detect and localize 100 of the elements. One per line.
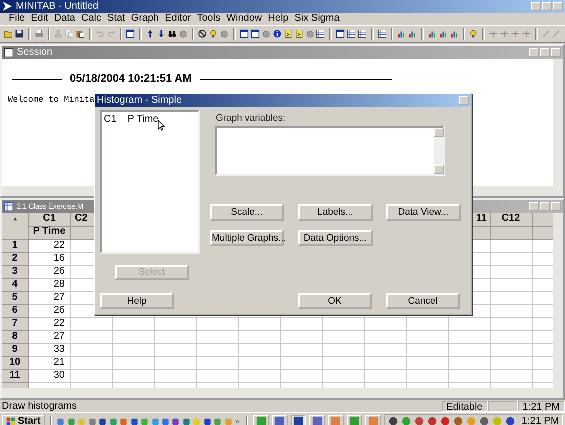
close-button[interactable]: [551, 48, 561, 57]
window-icon[interactable]: [250, 28, 260, 40]
close-button[interactable]: [551, 202, 561, 211]
grid-icon[interactable]: [378, 28, 387, 40]
note-icon[interactable]: [284, 28, 293, 40]
column-header[interactable]: 11: [476, 213, 487, 224]
grid-icon[interactable]: [347, 28, 356, 40]
column-header[interactable]: C2: [75, 213, 88, 224]
variable-name[interactable]: P Time: [128, 114, 159, 125]
menu-item[interactable]: File: [6, 13, 28, 25]
tray-icon[interactable]: [504, 416, 516, 425]
dialog-button[interactable]: OK: [298, 293, 372, 309]
select-all-button[interactable]: [2, 213, 29, 240]
app-icon: [348, 416, 360, 425]
maximize-button[interactable]: [540, 202, 550, 211]
sort-arrow-icon: [12, 216, 18, 223]
close-button[interactable]: [459, 96, 469, 105]
taskbar-button[interactable]: [309, 414, 325, 425]
grid-icon[interactable]: [358, 28, 367, 40]
menu-item[interactable]: Help: [265, 13, 292, 25]
window-icon[interactable]: [336, 28, 346, 40]
app-icon: [368, 416, 379, 425]
dialog-button[interactable]: Help: [100, 293, 174, 309]
row-number: 3: [12, 266, 18, 277]
table-cell[interactable]: 27: [54, 331, 65, 342]
save-icon[interactable]: [14, 28, 24, 40]
up-arrow-icon[interactable]: [146, 28, 155, 40]
menu-item[interactable]: Edit: [28, 13, 52, 25]
window-icon[interactable]: [240, 28, 249, 40]
table-cell[interactable]: 33: [54, 344, 65, 355]
table-cell[interactable]: 22: [54, 240, 65, 251]
scroll-down-button[interactable]: [434, 165, 444, 174]
info-icon[interactable]: [272, 28, 282, 40]
menu-item[interactable]: Stat: [104, 13, 128, 25]
taskbar-button[interactable]: [272, 414, 288, 425]
table-cell[interactable]: 26: [54, 305, 65, 316]
table-cell[interactable]: 22: [54, 318, 65, 329]
binoculars-icon[interactable]: [168, 28, 177, 40]
horizontal-scrollbar[interactable]: [2, 388, 553, 398]
menu-item[interactable]: Graph: [128, 13, 162, 25]
column-name[interactable]: P Time: [33, 226, 66, 237]
maximize-button[interactable]: [542, 2, 552, 11]
menu-item[interactable]: Calc: [78, 13, 104, 25]
vertical-scrollbar[interactable]: [553, 59, 563, 196]
option-button[interactable]: Scale...: [210, 204, 284, 221]
close-button[interactable]: [553, 2, 563, 11]
menu-item[interactable]: Window: [224, 13, 266, 25]
note-icon[interactable]: [294, 28, 304, 40]
table-cell[interactable]: 27: [54, 292, 65, 303]
table-cell[interactable]: 21: [54, 357, 65, 368]
minimize-button[interactable]: [531, 2, 541, 11]
start-button[interactable]: Start: [2, 414, 45, 425]
table-cell[interactable]: 28: [54, 279, 65, 290]
row-number: 5: [12, 292, 18, 303]
taskbar-button[interactable]: [290, 414, 306, 425]
grid-icon[interactable]: [316, 28, 326, 40]
minimize-button[interactable]: [529, 202, 539, 211]
vertical-scrollbar[interactable]: [553, 213, 563, 398]
scroll-up-button[interactable]: [434, 128, 444, 137]
tray-icon[interactable]: [452, 416, 464, 425]
column-header[interactable]: C12: [502, 213, 520, 224]
down-arrow-icon[interactable]: [156, 28, 166, 40]
option-button[interactable]: Data Options...: [298, 230, 373, 246]
variable-column[interactable]: C1: [104, 114, 117, 125]
tray-icon[interactable]: [388, 416, 399, 425]
status-message: Draw histograms: [1, 400, 78, 412]
printer-icon[interactable]: [34, 28, 44, 40]
row-number: 6: [12, 305, 18, 316]
option-button[interactable]: Data View...: [386, 204, 461, 221]
lightbulb-icon[interactable]: [209, 28, 218, 40]
option-button[interactable]: Labels...: [298, 204, 373, 221]
table-cell[interactable]: 26: [54, 266, 65, 277]
row-number: 1: [12, 240, 18, 251]
variable-list[interactable]: C1 P Time: [100, 110, 200, 254]
table-cell[interactable]: 16: [54, 253, 65, 264]
menu-item[interactable]: Tools: [194, 13, 224, 25]
column-header[interactable]: C1: [43, 213, 56, 224]
menu-item[interactable]: Editor: [162, 13, 194, 25]
menu-item[interactable]: Data: [51, 13, 78, 25]
menu-item[interactable]: Six Sigma: [292, 13, 343, 25]
scissors-icon[interactable]: [54, 28, 64, 40]
table-cell[interactable]: 30: [54, 370, 65, 381]
graph-variables-field[interactable]: [215, 126, 445, 176]
minimize-button[interactable]: [529, 48, 539, 57]
lightbulb-icon[interactable]: [469, 28, 478, 40]
row-number: 11: [10, 370, 20, 381]
no-entry-icon[interactable]: [198, 28, 208, 40]
option-button[interactable]: Multiple Graphs...: [210, 230, 284, 246]
tray-icon[interactable]: [414, 416, 425, 425]
tray-icon[interactable]: [440, 416, 451, 425]
dialog-button[interactable]: Cancel: [386, 293, 460, 309]
app-icon: [312, 416, 323, 425]
paste-icon[interactable]: [76, 28, 86, 40]
session-timestamp: 05/18/2004 10:21:51 AM: [70, 73, 192, 85]
status-time: 1:21 PM: [518, 400, 565, 412]
window-title: MINITAB - Untitled: [16, 1, 100, 12]
maximize-button[interactable]: [540, 48, 550, 57]
tray-icon[interactable]: [426, 416, 438, 425]
window-icon[interactable]: [126, 28, 136, 40]
tray-icon[interactable]: [478, 416, 490, 425]
